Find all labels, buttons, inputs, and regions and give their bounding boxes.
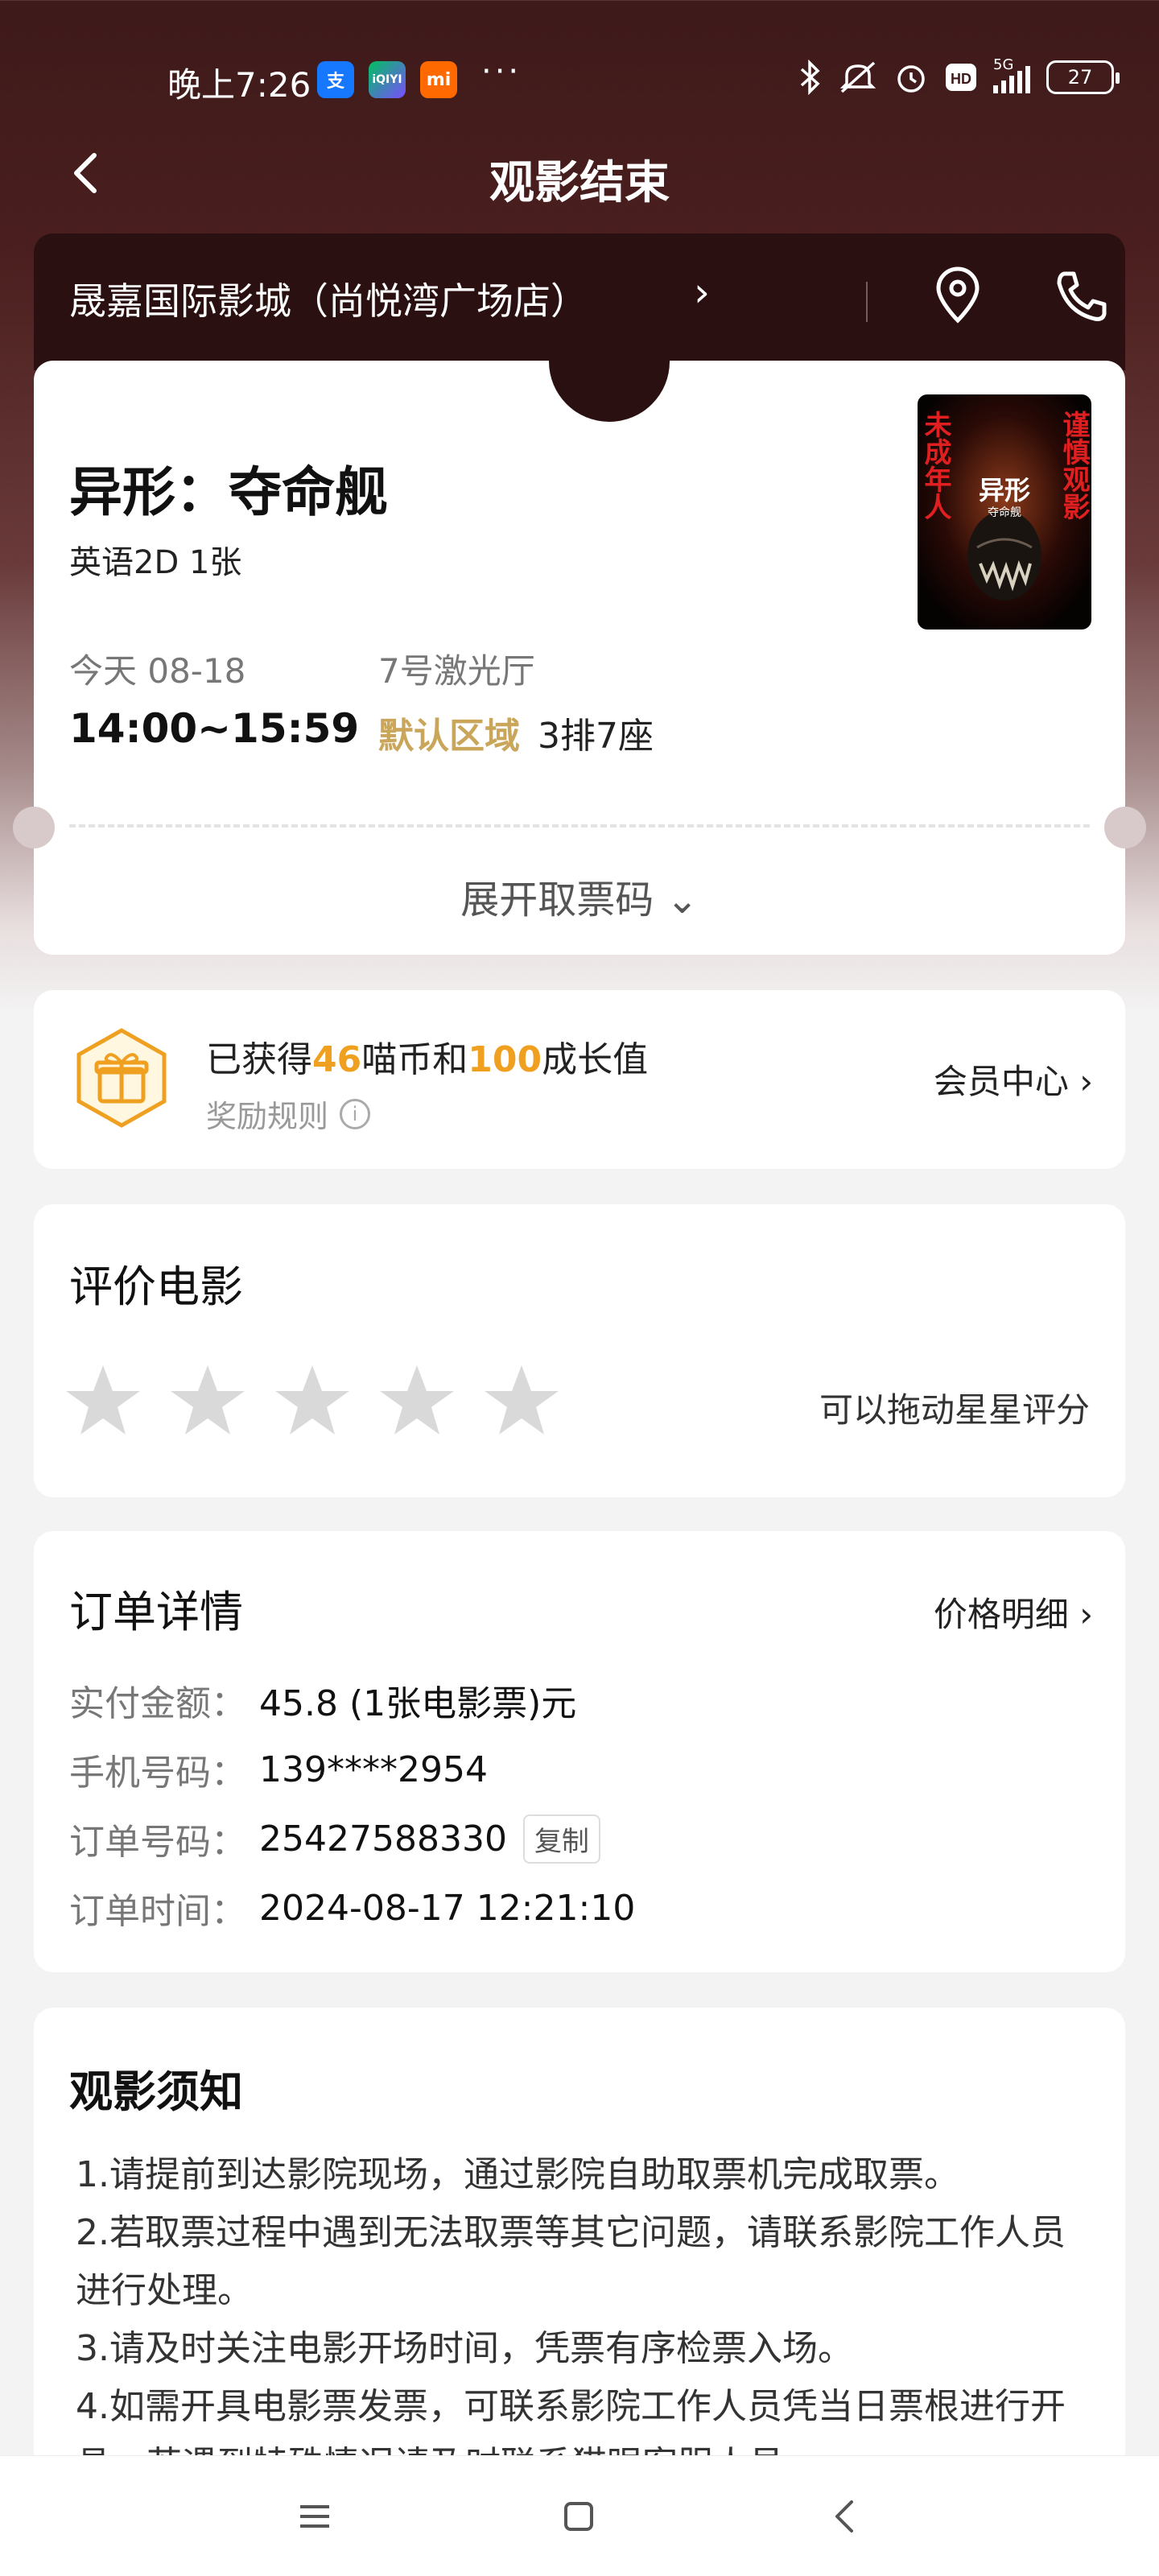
reward-coins: 46	[312, 1039, 362, 1080]
back-triangle-icon	[835, 2500, 853, 2533]
mute-icon	[839, 61, 876, 93]
hd-icon: HD	[946, 64, 976, 91]
member-center-link[interactable]: 会员中心 ›	[934, 1055, 1093, 1104]
ticket-cutout-right	[1104, 807, 1146, 848]
reward-summary: 已获得46喵币和100成长值	[206, 1030, 648, 1082]
status-time: 晚上7:26	[167, 65, 311, 105]
reward-suffix: 成长值	[542, 1039, 649, 1080]
notice-item: 1.请提前到达影院现场，通过影院自助取票机完成取票。	[76, 2154, 959, 2195]
reward-rules-label: 奖励规则	[206, 1099, 329, 1134]
recent-apps-button[interactable]	[287, 2488, 343, 2545]
info-icon: i	[340, 1098, 371, 1129]
location-pin-icon	[936, 266, 980, 324]
order-card: 订单详情 价格明细 › 实付金额： 45.8 (1张电影票)元 手机号码： 13…	[34, 1531, 1125, 1972]
star-icon-5[interactable]	[481, 1360, 562, 1441]
order-label: 手机号码：	[69, 1752, 246, 1794]
system-nav-bar	[0, 2455, 1159, 2576]
mi-icon: mi	[420, 61, 457, 98]
iqiyi-icon: iQIYI	[369, 61, 406, 98]
order-value: 139****2954	[259, 1748, 488, 1790]
battery-level: 27	[1067, 66, 1093, 89]
movie-meta: 英语2D 1张	[69, 544, 242, 581]
copy-order-button[interactable]: 复制	[522, 1814, 600, 1864]
battery-icon: 27	[1046, 60, 1120, 94]
show-time: 14:00~15:59	[69, 705, 360, 752]
price-detail-link[interactable]: 价格明细 ›	[934, 1587, 1093, 1637]
more-notifications-icon: ···	[481, 53, 522, 90]
ticket-divider	[69, 824, 1090, 828]
reward-prefix: 已获得	[206, 1039, 312, 1080]
system-back-button[interactable]	[816, 2488, 872, 2545]
order-value: 2024-08-17 12:21:10	[259, 1887, 636, 1929]
order-row-number: 订单号码： 25427588330 复制	[69, 1813, 600, 1864]
home-button[interactable]	[551, 2488, 607, 2545]
movie-poster[interactable]: 未成年人 谨慎观影 异形 夺命舰	[918, 394, 1091, 630]
star-icon-3[interactable]	[272, 1360, 353, 1441]
page-header: 观影结束	[0, 137, 1159, 209]
expand-ticket-code-button[interactable]: 展开取票码 ⌄	[34, 868, 1125, 924]
notice-title: 观影须知	[69, 2066, 243, 2117]
order-label: 实付金额：	[69, 1683, 246, 1724]
network-label: 5G	[993, 56, 1014, 73]
notice-item: 3.请及时关注电影开场时间，凭票有序检票入场。	[76, 2328, 853, 2369]
location-button[interactable]	[926, 264, 990, 328]
order-value: 25427588330	[259, 1818, 507, 1860]
star-rating[interactable]	[63, 1360, 562, 1441]
reward-mid: 喵币和	[361, 1039, 468, 1080]
poster-title: 异形	[978, 475, 1030, 506]
order-label: 订单时间：	[69, 1891, 246, 1932]
page-title: 观影结束	[489, 157, 670, 209]
gift-icon	[76, 1028, 167, 1128]
order-row-time: 订单时间： 2024-08-17 12:21:10	[69, 1882, 635, 1934]
reward-growth: 100	[468, 1039, 542, 1080]
chevron-right-icon: ›	[694, 269, 710, 316]
show-date: 今天 08-18	[69, 651, 246, 691]
notice-list: 1.请提前到达影院现场，通过影院自助取票机完成取票。 2.若取票过程中遇到无法取…	[76, 2146, 1098, 2494]
phone-button[interactable]	[1050, 264, 1114, 328]
ticket-cutout-left	[13, 807, 55, 848]
poster-subtitle: 夺命舰	[988, 506, 1021, 519]
alarm-icon	[897, 65, 925, 93]
star-icon-2[interactable]	[167, 1360, 248, 1441]
order-row-phone: 手机号码： 139****2954	[69, 1744, 488, 1795]
bluetooth-icon	[800, 60, 820, 95]
order-title: 订单详情	[69, 1587, 243, 1637]
order-value: 45.8 (1张电影票)元	[259, 1683, 577, 1724]
order-label: 订单号码：	[69, 1822, 246, 1863]
rating-title: 评价电影	[69, 1261, 243, 1312]
reward-card: 已获得46喵币和100成长值 奖励规则 i 会员中心 ›	[34, 990, 1125, 1169]
menu-icon	[300, 2505, 329, 2528]
signal-icon: 5G	[993, 56, 1030, 93]
ticket-notch	[549, 341, 670, 422]
star-icon-1[interactable]	[63, 1360, 143, 1441]
divider	[866, 282, 868, 322]
hall-name: 7号激光厅	[378, 651, 535, 691]
order-row-amount: 实付金额： 45.8 (1张电影票)元	[69, 1674, 576, 1726]
seat-number: 3排7座	[538, 716, 654, 757]
status-indicators: HD 5G 27	[798, 56, 1120, 95]
notice-item: 2.若取票过程中遇到无法取票等其它问题，请联系影院工作人员进行处理。	[76, 2212, 1066, 2311]
seat-zone: 默认区域	[378, 716, 520, 757]
cinema-name-link[interactable]: 晟嘉国际影城（尚悦湾广场店）	[69, 272, 588, 325]
star-icon-4[interactable]	[377, 1360, 457, 1441]
svg-text:HD: HD	[951, 71, 971, 87]
ticket-card: 异形：夺命舰 英语2D 1张 未成年人 谨慎观影 异形 夺命舰 今天 08-18…	[13, 341, 1146, 955]
alipay-icon: 支	[317, 61, 354, 98]
rating-card: 评价电影 可以拖动星星评分	[34, 1204, 1125, 1497]
home-square-icon	[564, 2502, 593, 2531]
reward-rules-link[interactable]: 奖励规则 i	[206, 1092, 371, 1136]
status-bar: 晚上7:26 支 iQIYI mi ··· HD 5G 27	[0, 0, 1159, 153]
movie-title: 异形：夺命舰	[69, 461, 388, 523]
rating-hint: 可以拖动星星评分	[819, 1390, 1090, 1430]
phone-icon	[1057, 271, 1107, 321]
